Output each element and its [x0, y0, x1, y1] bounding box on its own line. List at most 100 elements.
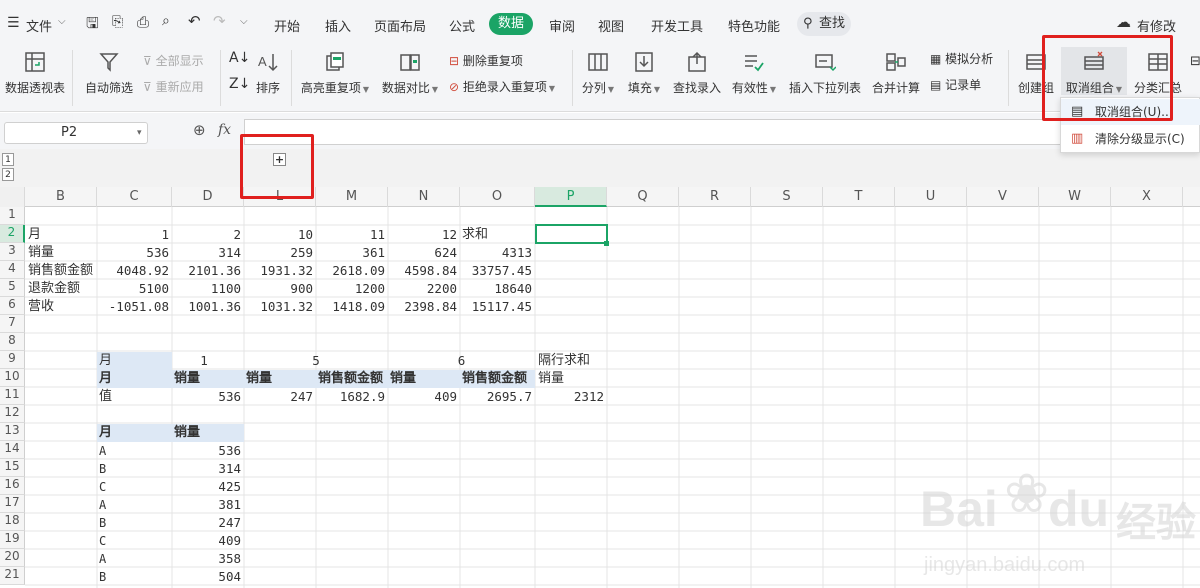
fx-button[interactable]: fx	[218, 122, 231, 138]
select-all-corner[interactable]	[0, 187, 25, 207]
cell[interactable]: 2695.7	[460, 388, 535, 406]
cell[interactable]: 33757.45	[460, 262, 535, 280]
fill-button[interactable]: 填充 ▼	[626, 51, 662, 96]
cell[interactable]: 536	[172, 442, 244, 460]
cell[interactable]: -1051.08	[97, 298, 172, 316]
reject-duplicates-button[interactable]: ⊘ 拒绝录入重复项 ▼	[449, 78, 555, 95]
sort-asc-icon[interactable]: A↓	[229, 50, 250, 66]
cell[interactable]: 5100	[97, 280, 172, 298]
cell[interactable]: 1	[172, 352, 244, 370]
row-header[interactable]: 13	[0, 423, 25, 441]
cell[interactable]: 2618.09	[316, 262, 388, 280]
lookup-entry-button[interactable]: 查找录入	[672, 51, 722, 96]
column-header-b[interactable]: B	[25, 187, 97, 207]
cell[interactable]: 1682.9	[316, 388, 388, 406]
menu-file[interactable]: 文件	[26, 16, 52, 35]
cell[interactable]: 6	[388, 352, 535, 370]
tab-formula[interactable]: 公式	[449, 16, 475, 35]
row-header[interactable]: 16	[0, 477, 25, 495]
cell[interactable]: A	[97, 442, 172, 460]
format-painter-icon[interactable]: ⎘	[112, 14, 123, 30]
outline-level-2-button[interactable]: 2	[2, 168, 14, 181]
cell[interactable]: 值	[97, 388, 172, 406]
cell[interactable]: 536	[172, 388, 244, 406]
redo-icon[interactable]: ↷	[213, 12, 226, 30]
cell[interactable]: 10	[244, 226, 316, 244]
zoom-icon[interactable]: ⊕	[193, 121, 206, 139]
cell[interactable]: 314	[172, 460, 244, 478]
search-box[interactable]: ⚲ 查找	[797, 12, 851, 36]
tab-insert[interactable]: 插入	[325, 16, 351, 35]
row-header[interactable]: 12	[0, 405, 25, 423]
row-header[interactable]: 18	[0, 513, 25, 531]
tab-view[interactable]: 视图	[598, 16, 624, 35]
cell[interactable]: 624	[388, 244, 460, 262]
column-header-p[interactable]: P	[535, 187, 607, 207]
row-header[interactable]: 7	[0, 315, 25, 333]
print-preview-icon[interactable]: ⌕	[162, 13, 170, 29]
cell[interactable]: 2398.84	[388, 298, 460, 316]
row-header[interactable]: 14	[0, 441, 25, 459]
column-header-n[interactable]: N	[388, 187, 460, 207]
cell[interactable]: 900	[244, 280, 316, 298]
cell[interactable]: 2200	[388, 280, 460, 298]
cell[interactable]: 504	[172, 568, 244, 586]
cloud-icon[interactable]: ☁	[1116, 13, 1131, 31]
cell[interactable]: B	[97, 514, 172, 532]
cell[interactable]: 1100	[172, 280, 244, 298]
cell[interactable]: 12	[388, 226, 460, 244]
cell[interactable]: A	[97, 496, 172, 514]
cell[interactable]: 259	[244, 244, 316, 262]
consolidate-button[interactable]: 合并计算	[870, 51, 922, 96]
cell[interactable]: 月	[97, 424, 172, 442]
autofilter-button[interactable]: 自动筛选	[84, 51, 134, 96]
cell[interactable]: 1931.32	[244, 262, 316, 280]
cell[interactable]: 月	[26, 226, 98, 244]
cell[interactable]: 销量	[536, 370, 608, 388]
selected-cell-p2[interactable]	[535, 224, 608, 244]
row-header[interactable]: 9	[0, 351, 25, 369]
show-all-button[interactable]: ⊽ 全部显示	[143, 52, 204, 69]
column-header-d[interactable]: D	[172, 187, 244, 207]
cell[interactable]: 2312	[535, 388, 607, 406]
cell[interactable]: A	[97, 550, 172, 568]
cell[interactable]: 销量	[244, 370, 316, 388]
cell[interactable]: 4048.92	[97, 262, 172, 280]
cell[interactable]: 361	[316, 244, 388, 262]
cell[interactable]: 4598.84	[388, 262, 460, 280]
row-header[interactable]: 19	[0, 531, 25, 549]
cell[interactable]: 月	[97, 370, 172, 388]
cell[interactable]: 隔行求和	[536, 352, 608, 370]
cell[interactable]: 409	[172, 532, 244, 550]
cell[interactable]: 1001.36	[172, 298, 244, 316]
changes-status[interactable]: 有修改	[1137, 16, 1176, 35]
validity-button[interactable]: 有效性 ▼	[730, 51, 778, 96]
column-header-x[interactable]: X	[1111, 187, 1183, 207]
column-header-w[interactable]: W	[1039, 187, 1111, 207]
insert-dropdown-list-button[interactable]: 插入下拉列表	[788, 51, 862, 96]
fill-handle[interactable]	[604, 241, 609, 246]
cell[interactable]: 11	[316, 226, 388, 244]
cell[interactable]: 销量	[172, 370, 244, 388]
cell[interactable]: 4313	[460, 244, 535, 262]
row-header[interactable]: 3	[0, 243, 25, 261]
tab-home[interactable]: 开始	[274, 16, 300, 35]
column-header-r[interactable]: R	[679, 187, 751, 207]
cell[interactable]: 314	[172, 244, 244, 262]
column-header-s[interactable]: S	[751, 187, 823, 207]
cell[interactable]: 退款金额	[26, 280, 98, 298]
cell[interactable]: C	[97, 532, 172, 550]
column-header-v[interactable]: V	[967, 187, 1039, 207]
chevron-down-icon[interactable]: ▾	[137, 123, 142, 143]
cell[interactable]: 销量	[388, 370, 460, 388]
cell[interactable]: B	[97, 568, 172, 586]
cell[interactable]: 销售额金额	[26, 262, 97, 280]
split-column-button[interactable]: 分列 ▼	[580, 51, 616, 96]
tab-review[interactable]: 审阅	[549, 16, 575, 35]
cell[interactable]: 销量	[172, 424, 244, 442]
sort-desc-icon[interactable]: Z↓	[229, 76, 250, 92]
chevron-down-icon[interactable]: ⌵	[58, 16, 66, 27]
cell[interactable]: 月	[97, 352, 172, 370]
cell[interactable]: 2	[172, 226, 244, 244]
name-box[interactable]: P2 ▾	[4, 122, 148, 144]
